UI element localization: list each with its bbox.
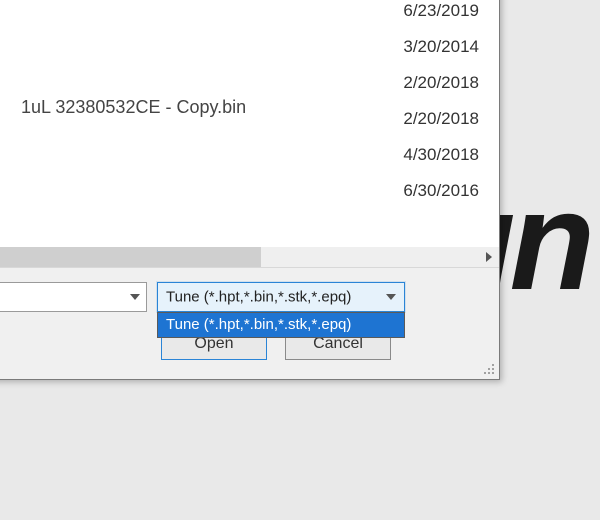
file-list-pane[interactable]: 6/23/2019 3/20/2014 2/20/2018 2/20/2018 … [0, 0, 499, 254]
file-date: 6/23/2019 [403, 0, 479, 29]
file-type-filter-combobox[interactable]: Tune (*.hpt,*.bin,*.stk,*.epq) [157, 282, 405, 312]
chevron-down-icon [130, 294, 140, 300]
horizontal-scrollbar[interactable] [0, 247, 499, 267]
resize-grip[interactable] [481, 361, 497, 377]
chevron-down-icon [386, 294, 396, 300]
file-date: 3/20/2014 [403, 29, 479, 65]
overflow-filename: 1uL 32380532CE - Copy.bin [21, 97, 246, 118]
resize-grip-icon [481, 361, 497, 377]
viewport: un 6/23/2019 3/20/2014 2/20/2018 2/20/20… [0, 0, 600, 520]
date-modified-column: 6/23/2019 3/20/2014 2/20/2018 2/20/2018 … [403, 0, 479, 209]
file-date: 6/30/2016 [403, 173, 479, 209]
file-date: 2/20/2018 [403, 65, 479, 101]
scrollbar-thumb[interactable] [0, 247, 261, 267]
file-date: 2/20/2018 [403, 101, 479, 137]
file-type-filter-selected: Tune (*.hpt,*.bin,*.stk,*.epq) [166, 289, 351, 306]
filter-option[interactable]: Tune (*.hpt,*.bin,*.stk,*.epq) [158, 313, 404, 337]
file-date: 4/30/2018 [403, 137, 479, 173]
file-open-dialog: 6/23/2019 3/20/2014 2/20/2018 2/20/2018 … [0, 0, 500, 380]
scroll-right-button[interactable] [479, 247, 499, 267]
file-type-filter-dropdown[interactable]: Tune (*.hpt,*.bin,*.stk,*.epq) [157, 312, 405, 338]
filename-combobox[interactable] [0, 282, 147, 312]
dialog-bottom-controls: Tune (*.hpt,*.bin,*.stk,*.epq) Tune (*.h… [0, 267, 499, 379]
chevron-right-icon [486, 252, 492, 262]
